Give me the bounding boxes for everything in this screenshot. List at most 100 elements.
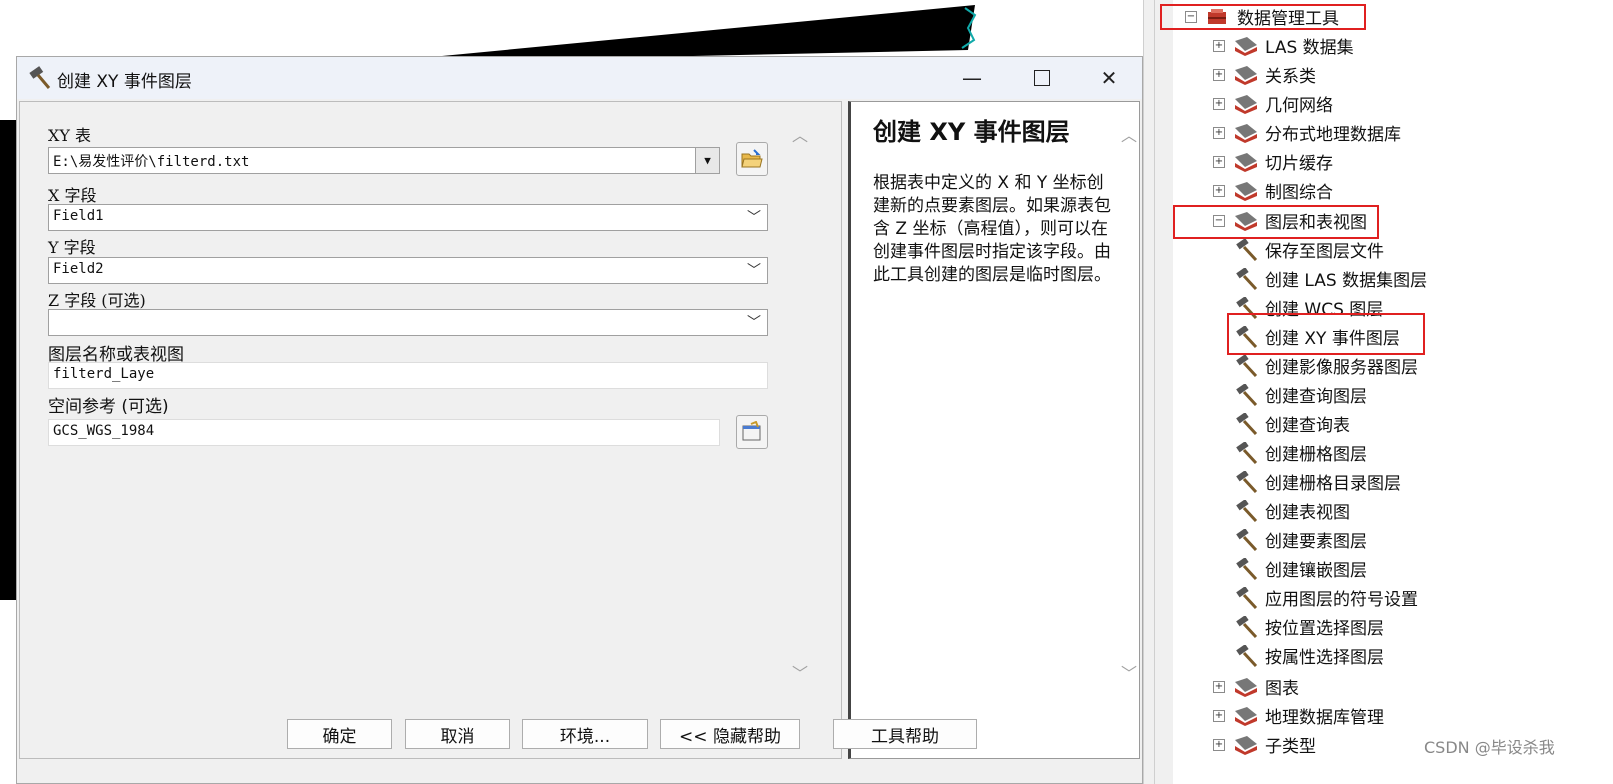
- tool-save-to-layer-file[interactable]: 保存至图层文件: [1235, 235, 1384, 264]
- tree-node-label: 创建镶嵌图层: [1265, 561, 1367, 581]
- hammer-icon: [1236, 644, 1258, 667]
- layer-name-input[interactable]: filterd_Laye: [48, 362, 768, 389]
- xy-table-label: XY 表: [48, 126, 92, 145]
- hammer-icon: [1236, 412, 1258, 435]
- maximize-button[interactable]: [1022, 63, 1062, 93]
- expand-icon[interactable]: +: [1213, 738, 1225, 751]
- toolset-geodatabase-administration[interactable]: + 地理数据库管理: [1213, 701, 1384, 730]
- spatial-reference-input[interactable]: GCS_WGS_1984: [48, 419, 720, 446]
- environments-button[interactable]: 环境...: [522, 719, 648, 749]
- ok-button[interactable]: 确定: [287, 719, 392, 749]
- dialog-title: 创建 XY 事件图层: [57, 72, 192, 92]
- open-folder-icon: [741, 149, 763, 168]
- help-title: 创建 XY 事件图层: [873, 118, 1070, 146]
- x-field-value: Field1: [53, 208, 104, 224]
- tool-make-raster-layer[interactable]: 创建栅格图层: [1235, 438, 1367, 467]
- toolset-icon: [1235, 123, 1257, 143]
- close-button[interactable]: ✕: [1089, 63, 1129, 93]
- hide-help-button[interactable]: << 隐藏帮助: [660, 719, 800, 749]
- tree-node-label: 创建栅格图层: [1265, 445, 1367, 465]
- expand-icon[interactable]: +: [1213, 155, 1225, 168]
- expand-icon[interactable]: +: [1213, 709, 1225, 722]
- tree-node-label: 按位置选择图层: [1265, 619, 1384, 639]
- tree-node-label: 子类型: [1265, 737, 1316, 757]
- xy-table-dropdown-button[interactable]: ▼: [695, 148, 719, 173]
- xy-table-value: E:\易发性评价\filterd.txt: [53, 154, 250, 170]
- expand-icon[interactable]: +: [1213, 68, 1225, 81]
- toolset-graph[interactable]: + 图表: [1213, 672, 1299, 701]
- toolset-relationship-classes[interactable]: + 关系类: [1213, 60, 1316, 89]
- tree-node-label: 创建查询表: [1265, 416, 1350, 436]
- arctoolbox-tree: − 数据管理工具 + LAS 数据集 + 关系类 + 几何网络 + 分布式地理数…: [1160, 0, 1613, 784]
- spatial-reference-label: 空间参考 (可选): [48, 397, 169, 417]
- z-field-select[interactable]: ﹀: [48, 309, 768, 336]
- tree-node-label: 按属性选择图层: [1265, 648, 1384, 668]
- toolset-generalization[interactable]: + 制图综合: [1213, 176, 1333, 205]
- spatial-reference-properties-button[interactable]: [736, 415, 768, 449]
- expand-icon[interactable]: +: [1213, 184, 1225, 197]
- tool-select-layer-by-attribute[interactable]: 按属性选择图层: [1235, 641, 1384, 670]
- tree-node-label: 几何网络: [1265, 96, 1333, 116]
- minimize-button[interactable]: —: [952, 63, 992, 93]
- tool-apply-symbology-from-layer[interactable]: 应用图层的符号设置: [1235, 583, 1418, 612]
- help-description: 根据表中定义的 X 和 Y 坐标创建新的点要素图层。如果源表包含 Z 坐标（高程…: [873, 173, 1111, 285]
- tool-make-mosaic-layer[interactable]: 创建镶嵌图层: [1235, 554, 1367, 583]
- highlight-box-toolset: [1173, 205, 1379, 239]
- tool-make-table-view[interactable]: 创建表视图: [1235, 496, 1350, 525]
- tool-help-button[interactable]: 工具帮助: [833, 719, 977, 749]
- xy-table-input[interactable]: E:\易发性评价\filterd.txt ▼: [48, 147, 720, 174]
- toolset-distributed-geodatabase[interactable]: + 分布式地理数据库: [1213, 118, 1401, 147]
- tool-make-query-layer[interactable]: 创建查询图层: [1235, 380, 1367, 409]
- tool-make-raster-catalog-layer[interactable]: 创建栅格目录图层: [1235, 467, 1401, 496]
- hammer-icon: [29, 66, 51, 89]
- toolset-subtypes[interactable]: + 子类型: [1213, 730, 1316, 759]
- toolset-icon: [1235, 94, 1257, 114]
- hammer-icon: [1236, 557, 1258, 580]
- cancel-button[interactable]: 取消: [405, 719, 510, 749]
- toolset-icon: [1235, 677, 1257, 697]
- expand-icon[interactable]: +: [1213, 680, 1225, 693]
- properties-icon: [742, 421, 761, 441]
- toolset-geometric-network[interactable]: + 几何网络: [1213, 89, 1333, 118]
- tree-node-label: 创建要素图层: [1265, 532, 1367, 552]
- tool-make-las-dataset-layer[interactable]: 创建 LAS 数据集图层: [1235, 264, 1427, 293]
- toolset-icon: [1235, 181, 1257, 201]
- dialog-titlebar[interactable]: 创建 XY 事件图层 — ✕: [17, 57, 1142, 99]
- tree-node-label: 创建查询图层: [1265, 387, 1367, 407]
- toolset-tile-cache[interactable]: + 切片缓存: [1213, 147, 1333, 176]
- y-field-label: Y 字段: [48, 238, 96, 257]
- highlight-box-root: [1160, 4, 1366, 30]
- toolset-icon: [1235, 706, 1257, 726]
- scroll-down-icon[interactable]: ﹀: [790, 662, 810, 683]
- tool-select-layer-by-location[interactable]: 按位置选择图层: [1235, 612, 1384, 641]
- toolset-las-dataset[interactable]: + LAS 数据集: [1213, 31, 1354, 60]
- help-scroll-down-icon[interactable]: ﹀: [1119, 662, 1139, 683]
- hammer-icon: [1236, 586, 1258, 609]
- tree-node-label: LAS 数据集: [1265, 38, 1354, 58]
- tree-node-label: 创建表视图: [1265, 503, 1350, 523]
- tool-make-query-table[interactable]: 创建查询表: [1235, 409, 1350, 438]
- hammer-icon: [1236, 528, 1258, 551]
- tool-make-feature-layer[interactable]: 创建要素图层: [1235, 525, 1367, 554]
- z-field-label: Z 字段 (可选): [48, 291, 146, 310]
- y-field-select[interactable]: Field2 ﹀: [48, 257, 768, 284]
- scroll-up-icon[interactable]: ︿: [790, 124, 810, 145]
- toolset-icon: [1235, 152, 1257, 172]
- spatial-reference-value: GCS_WGS_1984: [53, 423, 155, 439]
- tool-make-image-server-layer[interactable]: 创建影像服务器图层: [1235, 351, 1418, 380]
- tree-node-label: 分布式地理数据库: [1265, 125, 1401, 145]
- tree-node-label: 关系类: [1265, 67, 1316, 87]
- layer-name-value: filterd_Laye: [53, 366, 155, 382]
- hammer-icon: [1236, 354, 1258, 377]
- chevron-down-icon: ﹀: [747, 315, 761, 331]
- expand-icon[interactable]: +: [1213, 126, 1225, 139]
- tree-node-label: 制图综合: [1265, 183, 1333, 203]
- expand-icon[interactable]: +: [1213, 39, 1225, 52]
- expand-icon[interactable]: +: [1213, 97, 1225, 110]
- hammer-icon: [1236, 238, 1258, 261]
- tree-node-label: 创建影像服务器图层: [1265, 358, 1418, 378]
- panel-splitter[interactable]: [1143, 0, 1173, 784]
- x-field-select[interactable]: Field1 ﹀: [48, 204, 768, 231]
- browse-xy-table-button[interactable]: [736, 142, 768, 176]
- help-scroll-up-icon[interactable]: ︿: [1119, 124, 1139, 145]
